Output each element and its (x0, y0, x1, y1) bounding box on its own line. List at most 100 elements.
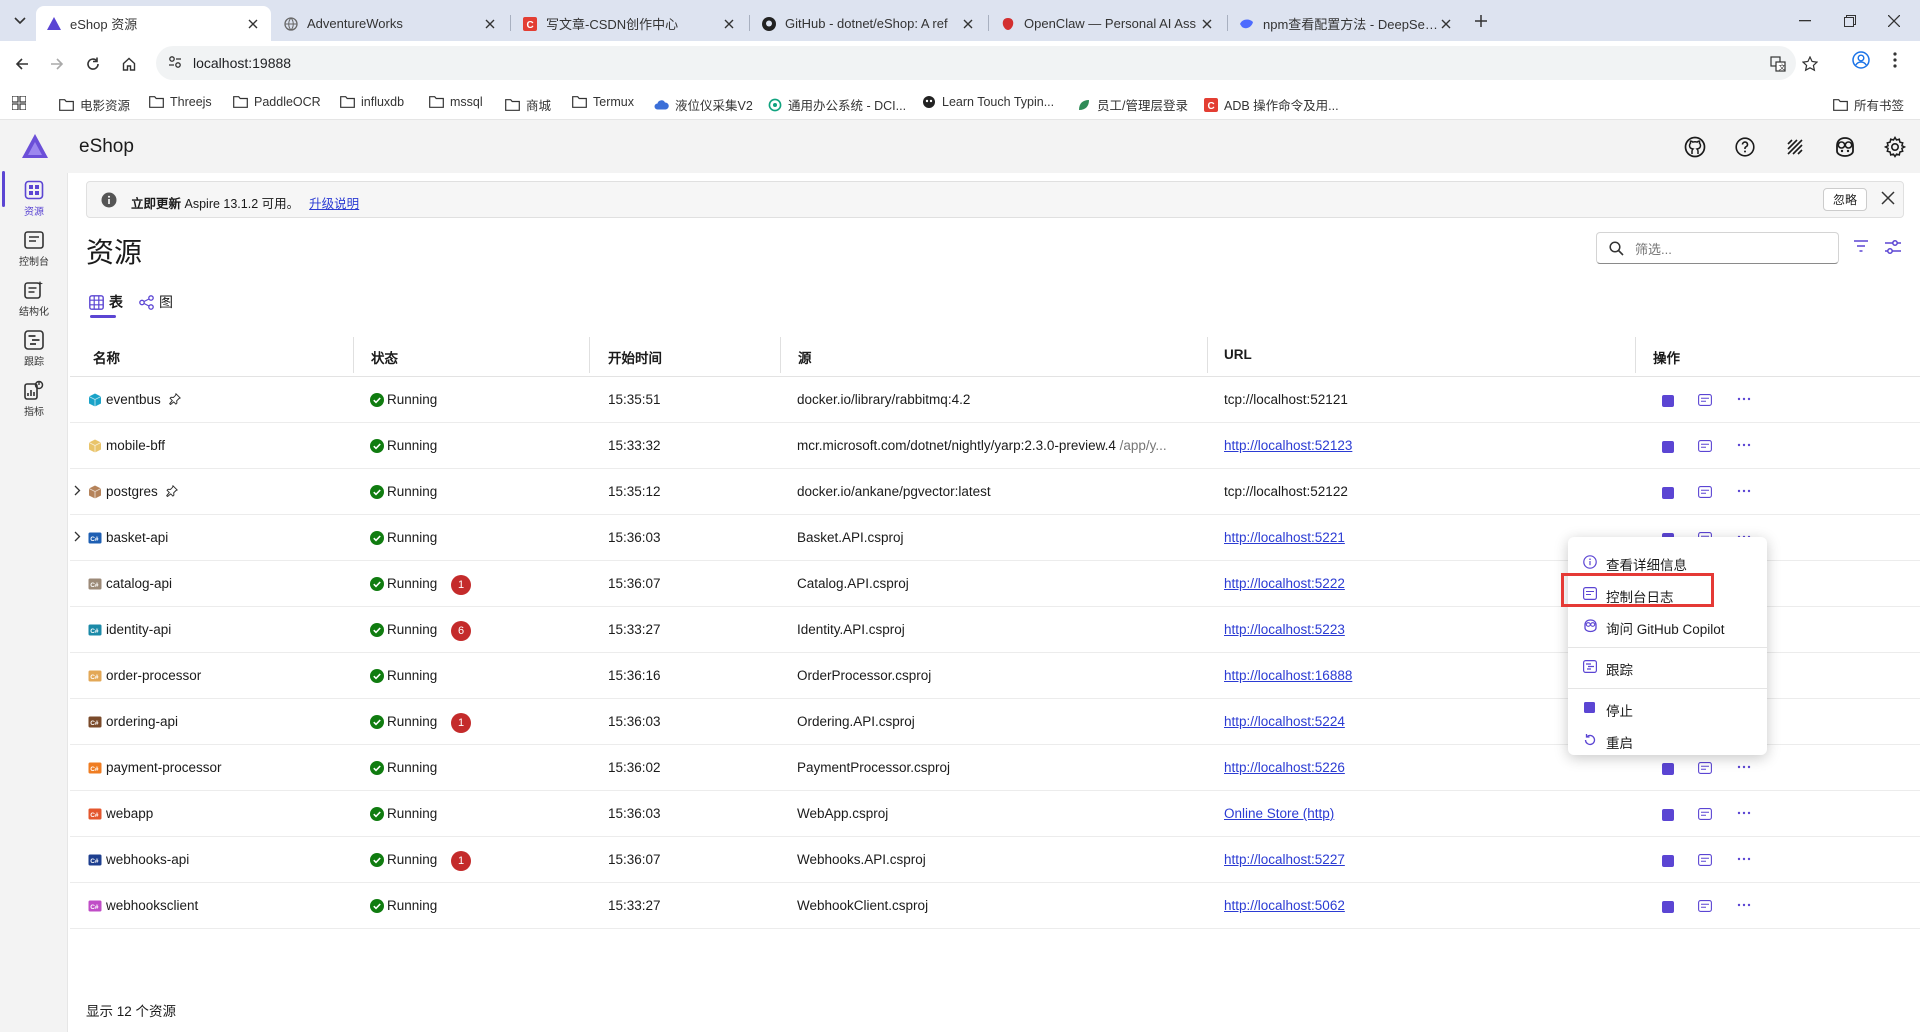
browser-tab-github[interactable]: GitHub - dotnet/eShop: A ref (751, 6, 986, 41)
nav-item-structured[interactable]: 结构化 (0, 275, 68, 323)
endpoint-link[interactable]: http://localhost:5227 (1224, 852, 1345, 867)
resource-name[interactable]: mobile-bff (106, 438, 165, 453)
filter-input[interactable] (1635, 238, 1825, 260)
console-log-icon[interactable] (1698, 762, 1712, 774)
table-row[interactable]: postgres Running 15:35:12 docker.io/ankane/… (70, 469, 1920, 515)
browser-tab-adventureworks[interactable]: AdventureWorks (273, 6, 508, 41)
upgrade-notes-link[interactable]: 升级说明 (309, 197, 359, 211)
bookmark-link[interactable]: 液位仪采集V2 (654, 95, 753, 114)
resource-name[interactable]: webhooks-api (106, 852, 189, 867)
resource-name[interactable]: webhooksclient (106, 898, 198, 913)
menu-item-ask-copilot[interactable]: 询问 GitHub Copilot (1568, 611, 1767, 641)
tab-search-icon[interactable] (8, 9, 32, 33)
close-icon[interactable] (245, 16, 261, 32)
bookmark-folder[interactable]: Termux (572, 95, 634, 109)
window-close-icon[interactable] (1881, 8, 1907, 34)
expand-chevron-icon[interactable] (74, 531, 81, 542)
browser-tab-openclaw[interactable]: OpenClaw — Personal AI Ass (990, 6, 1225, 41)
profile-icon[interactable] (1852, 51, 1870, 69)
more-actions-icon[interactable] (1737, 806, 1751, 820)
resource-name[interactable]: eventbus (106, 392, 161, 407)
settings-gear-icon[interactable] (1883, 135, 1907, 159)
nav-item-console[interactable]: 控制台 (0, 225, 68, 273)
column-resizer[interactable] (1635, 337, 1636, 373)
more-actions-icon[interactable] (1737, 898, 1751, 912)
copilot-icon[interactable] (1833, 135, 1857, 159)
table-row[interactable]: C# webhooksclient Running 15:33:27 WebhookCl… (70, 883, 1920, 929)
table-row[interactable]: mobile-bff Running 15:33:32 mcr.microsoft.c… (70, 423, 1920, 469)
endpoint-link[interactable]: http://localhost:5222 (1224, 576, 1345, 591)
table-row[interactable]: eventbus Running 15:35:51 docker.io/library… (70, 377, 1920, 423)
more-actions-icon[interactable] (1737, 760, 1751, 774)
bookmark-star-icon[interactable] (1802, 56, 1818, 72)
console-log-icon[interactable] (1698, 808, 1712, 820)
bookmark-link[interactable]: C ADB 操作命令及用... (1203, 95, 1339, 114)
bookmark-folder[interactable]: 电影资源 (59, 95, 130, 114)
bookmark-folder[interactable]: PaddleOCR (233, 95, 321, 109)
help-icon[interactable] (1733, 135, 1757, 159)
close-icon[interactable] (482, 16, 498, 32)
minimize-icon[interactable] (1792, 8, 1818, 34)
resource-name[interactable]: postgres (106, 484, 158, 499)
filter-icon[interactable] (1853, 239, 1869, 253)
endpoint-link[interactable]: http://localhost:5223 (1224, 622, 1345, 637)
bookmark-link[interactable]: 通用办公系统 - DCI... (767, 95, 906, 114)
translate-icon[interactable]: 文 (1770, 56, 1786, 72)
console-log-icon[interactable] (1698, 440, 1712, 452)
nav-item-traces[interactable]: 跟踪 (0, 325, 68, 373)
column-header-start[interactable]: 开始时间 (608, 347, 662, 367)
close-icon[interactable] (1199, 16, 1215, 32)
options-sliders-icon[interactable] (1884, 239, 1902, 255)
endpoint-link[interactable]: Online Store (http) (1224, 806, 1334, 821)
address-bar[interactable]: localhost:19888 文 (156, 46, 1818, 80)
stop-icon[interactable] (1662, 809, 1674, 821)
nav-item-metrics[interactable]: 指标 (0, 375, 68, 423)
endpoint-link[interactable]: http://localhost:52123 (1224, 438, 1352, 453)
stop-icon[interactable] (1662, 901, 1674, 913)
menu-item-restart[interactable]: 重启 (1568, 725, 1767, 755)
table-row[interactable]: C# webapp Running 15:36:03 WebApp.csproj Onli… (70, 791, 1920, 837)
more-actions-icon[interactable] (1737, 484, 1751, 498)
resource-name[interactable]: basket-api (106, 530, 168, 545)
bookmark-folder[interactable]: 商城 (505, 95, 551, 114)
bookmark-folder[interactable]: mssql (429, 95, 483, 109)
console-log-icon[interactable] (1698, 854, 1712, 866)
endpoint-link[interactable]: http://localhost:5226 (1224, 760, 1345, 775)
console-log-icon[interactable] (1698, 900, 1712, 912)
column-header-url[interactable]: URL (1224, 347, 1252, 362)
resource-name[interactable]: ordering-api (106, 714, 178, 729)
error-count-badge[interactable]: 1 (451, 575, 471, 595)
bookmark-folder[interactable]: influxdb (340, 95, 404, 109)
apps-grid-icon[interactable] (12, 96, 26, 110)
close-icon[interactable] (1438, 16, 1454, 32)
expand-chevron-icon[interactable] (74, 485, 81, 496)
pin-icon[interactable] (166, 485, 178, 497)
aspire-logo-icon[interactable] (22, 134, 48, 158)
resource-name[interactable]: catalog-api (106, 576, 172, 591)
column-resizer[interactable] (589, 337, 590, 373)
endpoint-link[interactable]: http://localhost:5062 (1224, 898, 1345, 913)
close-icon[interactable] (721, 16, 737, 32)
close-icon[interactable] (960, 16, 976, 32)
more-actions-icon[interactable] (1737, 852, 1751, 866)
column-resizer[interactable] (1207, 337, 1208, 373)
more-actions-icon[interactable] (1737, 392, 1751, 406)
error-count-badge[interactable]: 6 (451, 621, 471, 641)
resource-name[interactable]: webapp (106, 806, 153, 821)
stop-icon[interactable] (1662, 763, 1674, 775)
column-header-name[interactable]: 名称 (93, 347, 120, 367)
new-tab-button[interactable] (1470, 10, 1492, 32)
menu-item-traces[interactable]: 跟踪 (1568, 652, 1767, 682)
resource-name[interactable]: order-processor (106, 668, 201, 683)
dismiss-button[interactable]: 忽略 (1823, 188, 1867, 211)
console-log-icon[interactable] (1698, 394, 1712, 406)
forward-icon[interactable] (44, 51, 70, 77)
column-header-status[interactable]: 状态 (371, 347, 398, 367)
error-count-badge[interactable]: 1 (451, 851, 471, 871)
all-bookmarks[interactable]: 所有书签 (1833, 95, 1904, 114)
stop-icon[interactable] (1662, 855, 1674, 867)
browser-tab-csdn[interactable]: C 写文章-CSDN创作中心 (512, 6, 747, 41)
tab-table[interactable]: 表 (89, 292, 123, 312)
site-info-icon[interactable] (168, 55, 182, 69)
column-header-source[interactable]: 源 (798, 347, 812, 367)
